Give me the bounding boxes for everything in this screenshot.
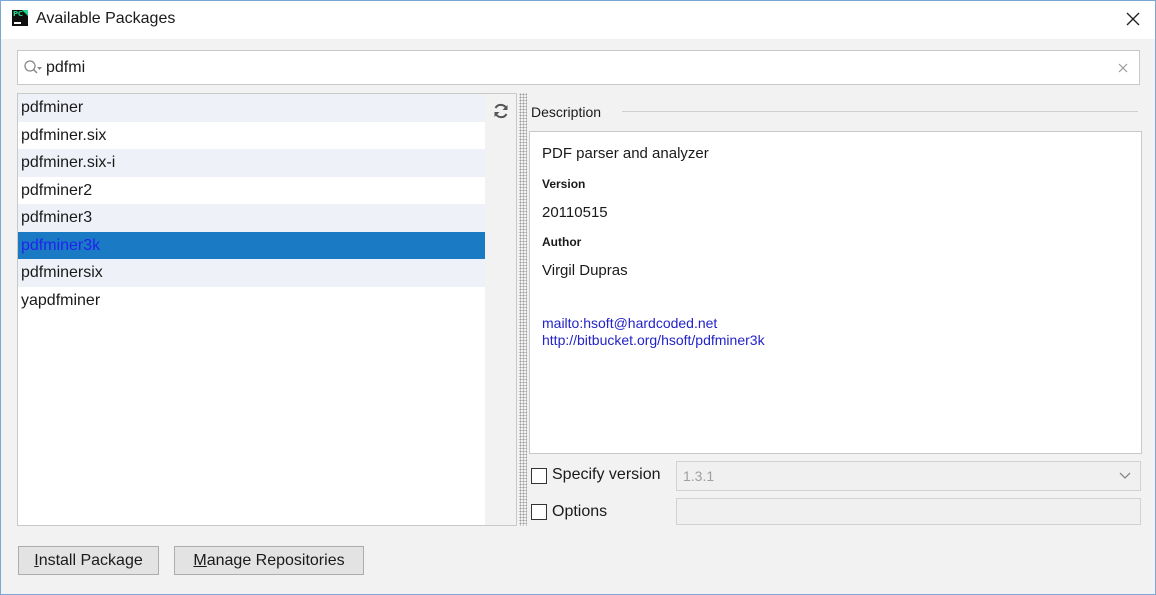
version-label: Version (542, 177, 586, 191)
search-input[interactable] (46, 55, 1106, 80)
list-toolbar (485, 93, 517, 526)
author-value: Virgil Dupras (542, 262, 628, 279)
install-package-button[interactable]: Install Package (18, 546, 159, 575)
description-divider (622, 111, 1138, 112)
package-list-item-selected[interactable]: pdfminer3k (18, 231, 485, 259)
package-summary: PDF parser and analyzer (542, 145, 709, 162)
author-label: Author (542, 235, 582, 249)
description-panel: PDF parser and analyzer Version 20110515… (529, 131, 1142, 454)
version-select[interactable]: 1.3.1 (676, 461, 1141, 491)
close-icon[interactable] (1123, 9, 1143, 29)
version-select-value: 1.3.1 (683, 468, 715, 484)
refresh-icon[interactable] (492, 102, 510, 120)
specify-version-label[interactable]: Specify version (552, 466, 661, 484)
package-list-item[interactable]: pdfminer (18, 94, 485, 122)
clear-search-icon[interactable] (1116, 61, 1130, 75)
options-label[interactable]: Options (552, 503, 607, 521)
package-list-item[interactable]: pdfminersix (18, 259, 485, 287)
package-list-item[interactable]: pdfminer3 (18, 204, 485, 232)
chevron-down-icon (1119, 472, 1131, 479)
manage-repositories-button[interactable]: Manage Repositories (174, 546, 364, 575)
package-list-item[interactable]: pdfminer.six-i (18, 149, 485, 177)
package-list-item[interactable]: pdfminer2 (18, 177, 485, 205)
package-list-item[interactable]: yapdfminer (18, 287, 485, 315)
window-title: Available Packages (36, 10, 176, 27)
options-checkbox[interactable] (531, 504, 547, 520)
description-header: Description (531, 104, 602, 120)
search-box[interactable] (17, 50, 1140, 85)
version-value: 20110515 (542, 204, 608, 221)
package-list[interactable]: pdfminer pdfminer.six pdfminer.six-i pdf… (17, 93, 486, 526)
package-list-item[interactable]: pdfminer.six (18, 122, 485, 150)
options-input[interactable] (676, 498, 1141, 525)
pycharm-icon: PC (12, 10, 28, 26)
homepage-link[interactable]: http://bitbucket.org/hsoft/pdfminer3k (542, 332, 765, 348)
panel-splitter[interactable] (519, 93, 527, 526)
available-packages-dialog: PC Available Packages pdfminer pdfminer.… (0, 0, 1156, 595)
title-bar: PC Available Packages (1, 1, 1155, 39)
search-icon (24, 60, 42, 74)
author-email-link[interactable]: mailto:hsoft@hardcoded.net (542, 315, 717, 331)
specify-version-checkbox[interactable] (531, 468, 547, 484)
